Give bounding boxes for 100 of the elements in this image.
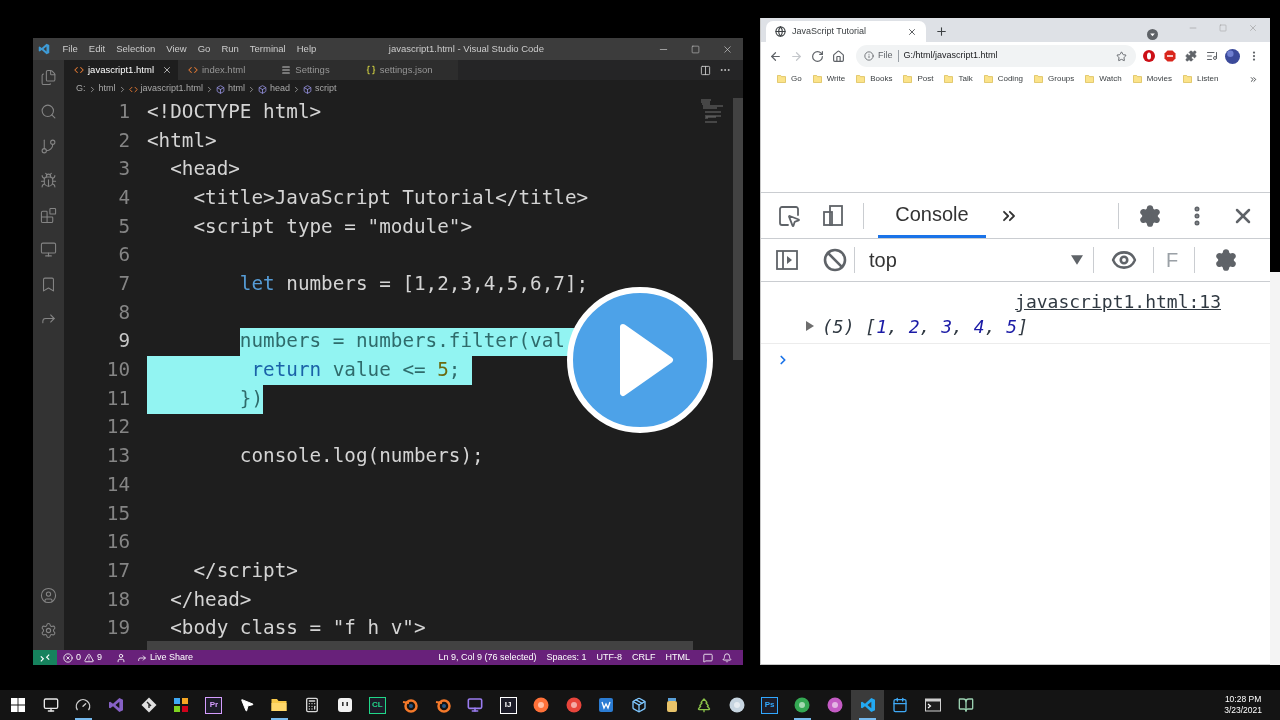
menu-item[interactable]: Run (215, 38, 245, 60)
search-icon[interactable] (40, 103, 57, 121)
editor-tab[interactable]: settings.json (355, 60, 459, 80)
sidebar-toggle-icon[interactable] (775, 248, 799, 272)
speech-bubble-icon[interactable] (703, 652, 713, 663)
settings-icon[interactable] (40, 622, 57, 639)
bookmark-item[interactable]: Post (903, 73, 934, 85)
clock-date: 3/23/2021 (1224, 705, 1262, 716)
remote-button[interactable] (33, 650, 57, 665)
code-icon (128, 84, 138, 94)
app-logo: Ps (761, 696, 779, 714)
breadcrumb-item[interactable]: G: (76, 82, 86, 96)
source-link[interactable]: javascript1.html:13 (1015, 291, 1221, 313)
diamond-icon (140, 697, 157, 713)
person-icon[interactable] (116, 652, 127, 663)
problems-button[interactable]: 0 9 (57, 650, 109, 665)
status-item[interactable]: Spaces: 1 (541, 650, 592, 665)
line-number: 6 (117, 242, 130, 269)
ban-icon[interactable] (823, 248, 847, 272)
line-number: 2 (117, 127, 130, 154)
dropdown-circle-icon[interactable] (1147, 28, 1158, 40)
bookmark-item[interactable]: Talk (944, 73, 973, 85)
address-bar[interactable]: File G:/html/javascript1.html (856, 45, 1136, 67)
home-icon[interactable] (832, 49, 845, 63)
devtools-tab[interactable]: Console (878, 193, 986, 238)
taskbar-button[interactable]: Ps (753, 690, 786, 720)
bookmark-item[interactable]: Watch (1085, 73, 1122, 85)
bookmark-icon[interactable] (40, 275, 57, 293)
menu-item[interactable]: View (160, 38, 193, 60)
editor-tab[interactable]: javascript1.html (64, 60, 178, 80)
menu-item[interactable]: Edit (83, 38, 111, 60)
browser-tab[interactable]: JavaScript Tutorial (766, 21, 926, 42)
playlist-icon[interactable] (1205, 50, 1218, 62)
menu-item[interactable]: Selection (110, 38, 161, 60)
line-number: 17 (105, 557, 130, 584)
expand-triangle-icon[interactable] (805, 321, 815, 331)
bookmark-item[interactable]: Movies (1132, 73, 1172, 85)
branch-icon[interactable] (40, 137, 57, 155)
window-title: javascript1.html - Visual Studio Code (388, 41, 544, 56)
bookmark-item[interactable]: Go (777, 73, 802, 85)
settings-icon[interactable] (1214, 248, 1238, 272)
bookmark-item[interactable]: Groups (1034, 73, 1075, 85)
close-icon (721, 43, 733, 55)
status-item[interactable]: CRLF (627, 650, 661, 665)
blocks-icon (173, 697, 190, 713)
breadcrumb-item[interactable]: html (98, 82, 116, 96)
menu-item[interactable]: Go (192, 38, 216, 60)
blocks-icon[interactable] (40, 206, 57, 224)
split-editor-icon[interactable] (700, 64, 711, 76)
line-number: 18 (105, 586, 130, 613)
menu-item[interactable]: Help (291, 38, 322, 60)
breadcrumb-item[interactable]: html (216, 82, 246, 96)
taskbar-button[interactable]: IJ (491, 690, 525, 720)
settings-icon[interactable] (1138, 203, 1162, 228)
ring-icon[interactable] (1142, 50, 1155, 62)
back-icon[interactable] (769, 49, 782, 63)
close-icon[interactable] (907, 26, 917, 37)
account-icon[interactable] (40, 587, 57, 604)
puzzle-icon[interactable] (1184, 50, 1197, 62)
line-number: 14 (105, 471, 130, 498)
taskbar-button[interactable]: CL (361, 690, 394, 720)
status-item[interactable]: HTML (660, 650, 695, 665)
maximize-icon (690, 44, 700, 54)
bookmark-item[interactable]: Write (812, 73, 846, 85)
editor-tab[interactable]: Settings (271, 60, 356, 80)
breadcrumb-item[interactable]: head (258, 82, 291, 96)
files-icon[interactable] (40, 68, 57, 86)
bookmark-item[interactable]: Books (856, 73, 893, 85)
bookmark-item[interactable]: Listen (1183, 73, 1219, 85)
breadcrumb-item[interactable]: script (303, 82, 337, 96)
breadcrumb-item[interactable]: javascript1.html (128, 82, 204, 96)
octagon-icon[interactable] (1163, 50, 1176, 62)
taskbar-button[interactable] (851, 690, 885, 720)
folder-icon (1085, 75, 1095, 83)
line-number: 15 (105, 500, 130, 527)
inspect-icon[interactable] (777, 203, 801, 228)
vertical-scrollbar[interactable] (733, 98, 743, 360)
status-item[interactable]: UTF-8 (591, 650, 627, 665)
devices-icon[interactable] (821, 203, 845, 228)
monitor-icon[interactable] (40, 241, 57, 259)
taskbar-button[interactable]: Pr (197, 690, 231, 720)
folder-icon (944, 75, 954, 83)
context-select[interactable]: top (869, 245, 1089, 275)
horizontal-scrollbar[interactable] (147, 641, 693, 650)
status-item[interactable]: Ln 9, Col 9 (76 selected) (433, 650, 542, 665)
avatar-icon[interactable] (1225, 48, 1240, 64)
reload-icon[interactable] (811, 49, 824, 63)
star-icon[interactable] (1116, 50, 1127, 62)
monitor-icon (467, 697, 484, 713)
new-tab-icon[interactable] (935, 25, 948, 38)
close-icon[interactable] (162, 65, 172, 75)
live-share-button[interactable]: Live Share (137, 650, 194, 665)
menu-item[interactable]: File (57, 38, 84, 60)
editor-tab[interactable]: index.html (178, 60, 272, 80)
folder-icon (271, 697, 288, 713)
folder-icon (903, 75, 913, 83)
menu-item[interactable]: Terminal (244, 38, 292, 60)
bug-icon[interactable] (40, 172, 57, 190)
bookmark-item[interactable]: Coding (983, 73, 1024, 85)
bell-icon[interactable] (722, 652, 732, 663)
